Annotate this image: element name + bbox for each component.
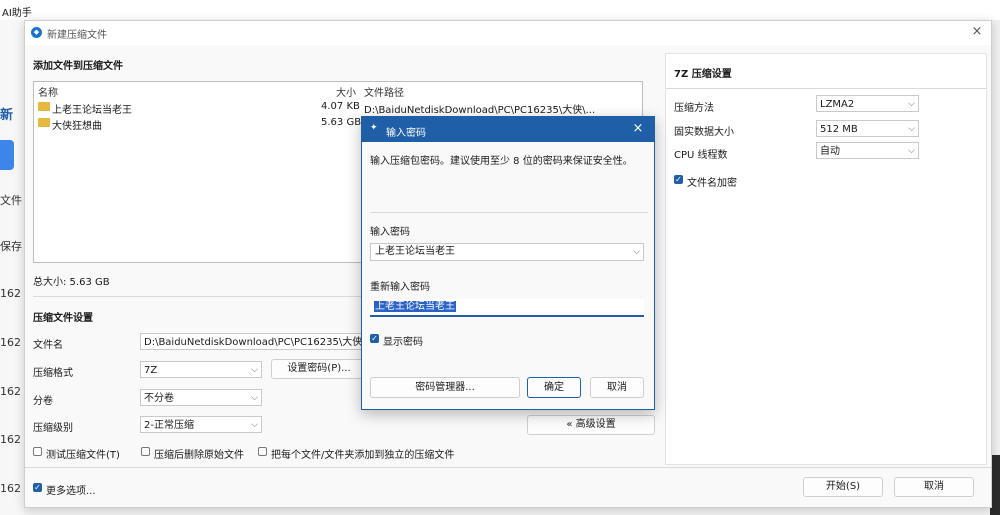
enter-password-label: 输入密码 bbox=[370, 227, 410, 238]
background-text: 162 bbox=[0, 482, 21, 495]
filename-input[interactable]: D:\BaiduNetdiskDownload\PC\PC16235\大侠\大 bbox=[140, 333, 365, 350]
column-size[interactable]: 大小 bbox=[336, 84, 356, 99]
solid-size-label: 固实数据大小 bbox=[674, 127, 734, 138]
separate-archives-checkbox[interactable] bbox=[258, 447, 267, 456]
chevron-down-icon: ⌵ bbox=[251, 393, 258, 403]
reenter-password-label: 重新输入密码 bbox=[370, 282, 430, 293]
enter-password-value: 上老王论坛当老王 bbox=[375, 246, 455, 257]
encrypt-filenames-checkbox[interactable]: ✓ bbox=[674, 175, 683, 184]
chevron-down-icon: ⌵ bbox=[251, 365, 258, 375]
encrypt-filenames-label: 文件名加密 bbox=[687, 178, 737, 189]
level-label: 压缩级别 bbox=[33, 423, 73, 434]
password-manager-button[interactable]: 密码管理器... bbox=[370, 377, 520, 398]
dialog-titlebar: ✦ 输入密码 × bbox=[362, 117, 654, 142]
test-archive-label: 测试压缩文件(T) bbox=[46, 450, 120, 461]
delete-after-label: 压缩后删除原始文件 bbox=[154, 450, 244, 461]
delete-after-checkbox[interactable] bbox=[141, 447, 150, 456]
solid-size-select[interactable]: 512 MB ⌵ bbox=[816, 120, 919, 137]
level-value: 2-正常压缩 bbox=[144, 420, 194, 431]
background-blue-button bbox=[0, 140, 14, 170]
reenter-password-value: 上老王论坛当老王 bbox=[374, 301, 456, 312]
enter-password-input[interactable]: 上老王论坛当老王 ⌵ bbox=[370, 243, 644, 261]
background-ai-assistant: AI助手 bbox=[2, 8, 32, 19]
dialog-description: 输入压缩包密码。建议使用至少 8 位的密码来保证安全性。 bbox=[370, 156, 633, 167]
folder-icon bbox=[38, 118, 50, 127]
split-label: 分卷 bbox=[33, 396, 53, 407]
split-select[interactable]: 不分卷 ⌵ bbox=[140, 389, 262, 406]
cpu-threads-value: 自动 bbox=[820, 146, 840, 157]
cpu-threads-select[interactable]: 自动 ⌵ bbox=[816, 142, 919, 159]
file-name: 上老王论坛当老王 bbox=[52, 105, 132, 116]
start-button[interactable]: 开始(S) bbox=[803, 477, 883, 497]
window-close-icon[interactable]: × bbox=[969, 24, 985, 40]
total-size: 总大小: 5.63 GB bbox=[33, 277, 110, 288]
cpu-threads-label: CPU 线程数 bbox=[674, 150, 728, 161]
separate-archives-label: 把每个文件/文件夹添加到独立的压缩文件 bbox=[271, 450, 455, 461]
format-value: 7Z bbox=[144, 365, 158, 376]
7z-settings-header: 7Z 压缩设置 bbox=[674, 69, 732, 80]
file-size: 5.63 GB bbox=[321, 117, 362, 128]
chevron-down-icon: ⌵ bbox=[633, 247, 640, 257]
window-title: 新建压缩文件 bbox=[47, 30, 107, 41]
dialog-cancel-button[interactable]: 取消 bbox=[590, 377, 644, 398]
split-value: 不分卷 bbox=[144, 393, 174, 404]
format-select[interactable]: 7Z ⌵ bbox=[140, 361, 262, 378]
reenter-password-input[interactable]: 上老王论坛当老王 bbox=[370, 299, 644, 317]
archive-settings-label: 压缩文件设置 bbox=[33, 313, 93, 324]
add-files-label: 添加文件到压缩文件 bbox=[33, 61, 123, 72]
more-options-label: 更多选项... bbox=[46, 486, 96, 497]
more-options-checkbox[interactable]: ✓ bbox=[33, 483, 42, 492]
divider bbox=[370, 212, 648, 213]
dialog-logo-icon: ✦ bbox=[370, 123, 378, 133]
column-path[interactable]: 文件路径 bbox=[364, 84, 404, 99]
window-titlebar: ◆ 新建压缩文件 × bbox=[25, 21, 991, 45]
file-row[interactable]: 上老王论坛当老王 4.07 KB D:\BaiduNetdiskDownload… bbox=[34, 99, 642, 116]
file-size: 4.07 KB bbox=[321, 101, 360, 112]
app-logo-icon: ◆ bbox=[31, 27, 42, 38]
file-path: D:\BaiduNetdiskDownload\PC\PC16235\大侠\..… bbox=[364, 105, 596, 116]
method-value: LZMA2 bbox=[820, 99, 855, 110]
dialog-close-icon[interactable]: × bbox=[630, 121, 646, 136]
advanced-settings-button[interactable]: « 高级设置 bbox=[527, 415, 655, 435]
method-label: 压缩方法 bbox=[674, 103, 714, 114]
password-dialog: ✦ 输入密码 × 输入压缩包密码。建议使用至少 8 位的密码来保证安全性。 输入… bbox=[361, 116, 655, 410]
test-archive-checkbox[interactable] bbox=[33, 447, 42, 456]
background-app-toolbar bbox=[0, 0, 1000, 21]
show-password-label: 显示密码 bbox=[383, 337, 423, 348]
folder-icon bbox=[38, 102, 50, 111]
level-select[interactable]: 2-正常压缩 ⌵ bbox=[140, 416, 262, 433]
column-name[interactable]: 名称 bbox=[38, 84, 58, 99]
solid-size-value: 512 MB bbox=[820, 124, 858, 135]
background-text: 文件 bbox=[0, 194, 22, 207]
cancel-button[interactable]: 取消 bbox=[894, 477, 974, 497]
background-text: 162 bbox=[0, 287, 21, 300]
chevron-down-icon: ⌵ bbox=[908, 146, 915, 156]
dialog-title: 输入密码 bbox=[386, 128, 426, 139]
show-password-checkbox[interactable]: ✓ bbox=[370, 334, 379, 343]
background-text: 保存 bbox=[0, 240, 22, 253]
background-text: 162 bbox=[0, 433, 21, 446]
set-password-button[interactable]: 设置密码(P)... bbox=[271, 359, 367, 379]
format-label: 压缩格式 bbox=[33, 368, 73, 379]
filename-label: 文件名 bbox=[33, 340, 63, 351]
divider bbox=[25, 467, 991, 468]
chevron-down-icon: ⌵ bbox=[251, 420, 258, 430]
ok-button[interactable]: 确定 bbox=[527, 377, 581, 398]
chevron-down-icon: ⌵ bbox=[908, 99, 915, 109]
background-text: 162 bbox=[0, 336, 21, 349]
method-select[interactable]: LZMA2 ⌵ bbox=[816, 95, 919, 112]
7z-settings-panel: 7Z 压缩设置 压缩方法 LZMA2 ⌵ 固实数据大小 512 MB ⌵ CPU… bbox=[665, 53, 987, 465]
background-text: 新 bbox=[0, 108, 14, 123]
background-text: 162 bbox=[0, 385, 21, 398]
divider bbox=[666, 88, 986, 89]
chevron-down-icon: ⌵ bbox=[908, 124, 915, 134]
file-name: 大侠狂想曲 bbox=[52, 121, 102, 132]
